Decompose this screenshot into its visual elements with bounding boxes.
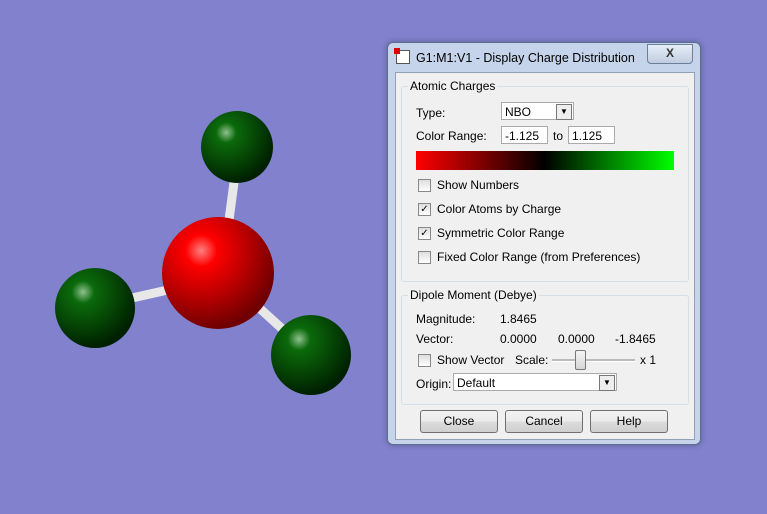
- magnitude-value: 1.8465: [500, 312, 537, 326]
- scale-value: x 1: [640, 353, 657, 367]
- type-label: Type:: [416, 106, 446, 120]
- close-button[interactable]: Close: [420, 410, 498, 433]
- checkbox-label: Show Numbers: [437, 178, 520, 192]
- scale-label: Scale:: [515, 353, 549, 367]
- dialog-client: Atomic Charges Type: NBO ▼ Color Range: -…: [395, 72, 695, 440]
- charge-distribution-dialog: G1:M1:V1 - Display Charge Distribution X…: [387, 42, 701, 445]
- origin-select[interactable]: Default ▼: [453, 373, 617, 391]
- show-vector-checkbox[interactable]: [418, 354, 431, 367]
- group-legend: Atomic Charges: [408, 79, 498, 93]
- checkbox-label: Symmetric Color Range: [437, 226, 565, 240]
- magnitude-label: Magnitude:: [416, 312, 476, 326]
- dipole-moment-group: Dipole Moment (Debye) Magnitude: 1.8465 …: [401, 288, 689, 405]
- color-range-label: Color Range:: [416, 129, 487, 143]
- chevron-down-icon: ▼: [556, 104, 572, 120]
- color-range-bar: [416, 151, 674, 170]
- origin-value: Default: [457, 376, 496, 390]
- type-value: NBO: [505, 105, 532, 119]
- atomic-charges-group: Atomic Charges Type: NBO ▼ Color Range: -…: [401, 79, 689, 282]
- vector-z: -1.8465: [615, 332, 656, 346]
- close-window-button[interactable]: X: [647, 44, 693, 64]
- help-button[interactable]: Help: [590, 410, 668, 433]
- checkbox[interactable]: ✓: [418, 227, 431, 240]
- scale-slider-track[interactable]: [552, 359, 635, 362]
- to-label: to: [553, 129, 564, 143]
- atom-green: [55, 268, 135, 348]
- range-min-input[interactable]: -1.125: [501, 126, 548, 144]
- vector-y: 0.0000: [558, 332, 595, 346]
- type-select[interactable]: NBO ▼: [501, 102, 574, 120]
- origin-label: Origin:: [416, 377, 452, 391]
- vector-label: Vector:: [416, 332, 454, 346]
- atom-red: [162, 217, 274, 329]
- title-text: G1:M1:V1 - Display Charge Distribution: [416, 51, 635, 65]
- dialog-title: G1:M1:V1 - Display Charge Distribution: [394, 47, 635, 69]
- atom-green: [271, 315, 351, 395]
- group-legend: Dipole Moment (Debye): [408, 288, 539, 302]
- checkbox[interactable]: [418, 179, 431, 192]
- cancel-button[interactable]: Cancel: [505, 410, 583, 433]
- scale-slider-thumb[interactable]: [575, 350, 586, 370]
- vector-x: 0.0000: [500, 332, 537, 346]
- show-vector-label: Show Vector: [437, 353, 505, 367]
- chevron-down-icon: ▼: [599, 375, 615, 391]
- range-max-input[interactable]: 1.125: [568, 126, 615, 144]
- molecule-view[interactable]: [0, 0, 380, 514]
- checkbox[interactable]: ✓: [418, 203, 431, 216]
- checkbox[interactable]: [418, 251, 431, 264]
- app-icon: [394, 48, 410, 64]
- atom-green: [201, 111, 273, 183]
- checkbox-label: Fixed Color Range (from Preferences): [437, 250, 641, 264]
- checkbox-label: Color Atoms by Charge: [437, 202, 562, 216]
